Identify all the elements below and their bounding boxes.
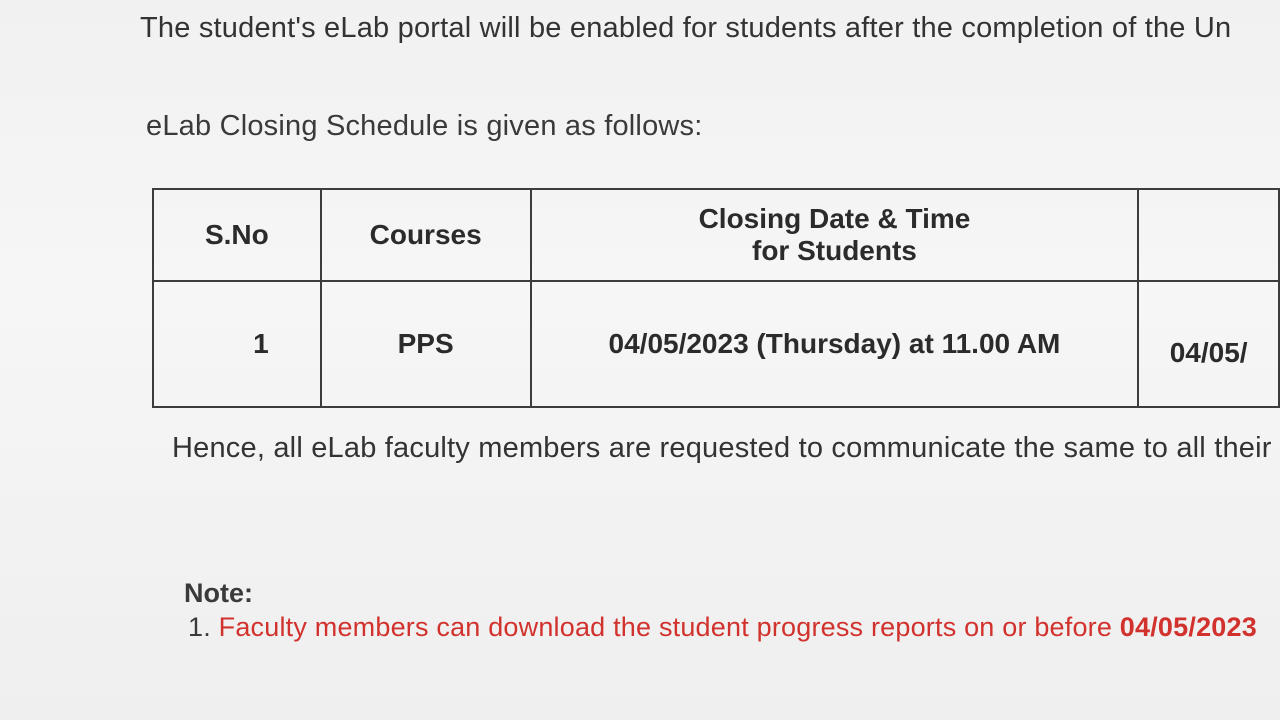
- table-row: 1 PPS 04/05/2023 (Thursday) at 11.00 AM …: [152, 280, 1280, 408]
- header-sno: S.No: [152, 188, 322, 282]
- cell-extra-date: 04/05/: [1137, 280, 1280, 408]
- header-courses: Courses: [319, 188, 532, 282]
- note-item-text: Faculty members can download the student…: [218, 612, 1113, 642]
- closing-schedule-table: S.No Courses Closing Date & Time for Stu…: [152, 188, 1280, 408]
- header-extra: [1137, 188, 1280, 282]
- schedule-heading: eLab Closing Schedule is given as follow…: [146, 110, 703, 142]
- cell-course: PPS: [319, 280, 532, 408]
- header-closing-line2: for Students: [752, 235, 917, 266]
- cell-sno: 1: [152, 280, 322, 408]
- header-closing-date: Closing Date & Time for Students: [529, 188, 1140, 282]
- note-item-date: 04/05/2023: [1119, 612, 1257, 642]
- intro-text: The student's eLab portal will be enable…: [140, 12, 1232, 44]
- note-label: Note:: [184, 578, 253, 608]
- header-closing-line1: Closing Date & Time: [698, 203, 971, 234]
- note-item-number: 1.: [188, 612, 211, 642]
- communication-text: Hence, all eLab faculty members are requ…: [172, 432, 1280, 464]
- note-item-1: 1. Faculty members can download the stud…: [188, 612, 1257, 643]
- cell-closing-date: 04/05/2023 (Thursday) at 11.00 AM: [529, 280, 1140, 408]
- table-header-row: S.No Courses Closing Date & Time for Stu…: [152, 188, 1280, 282]
